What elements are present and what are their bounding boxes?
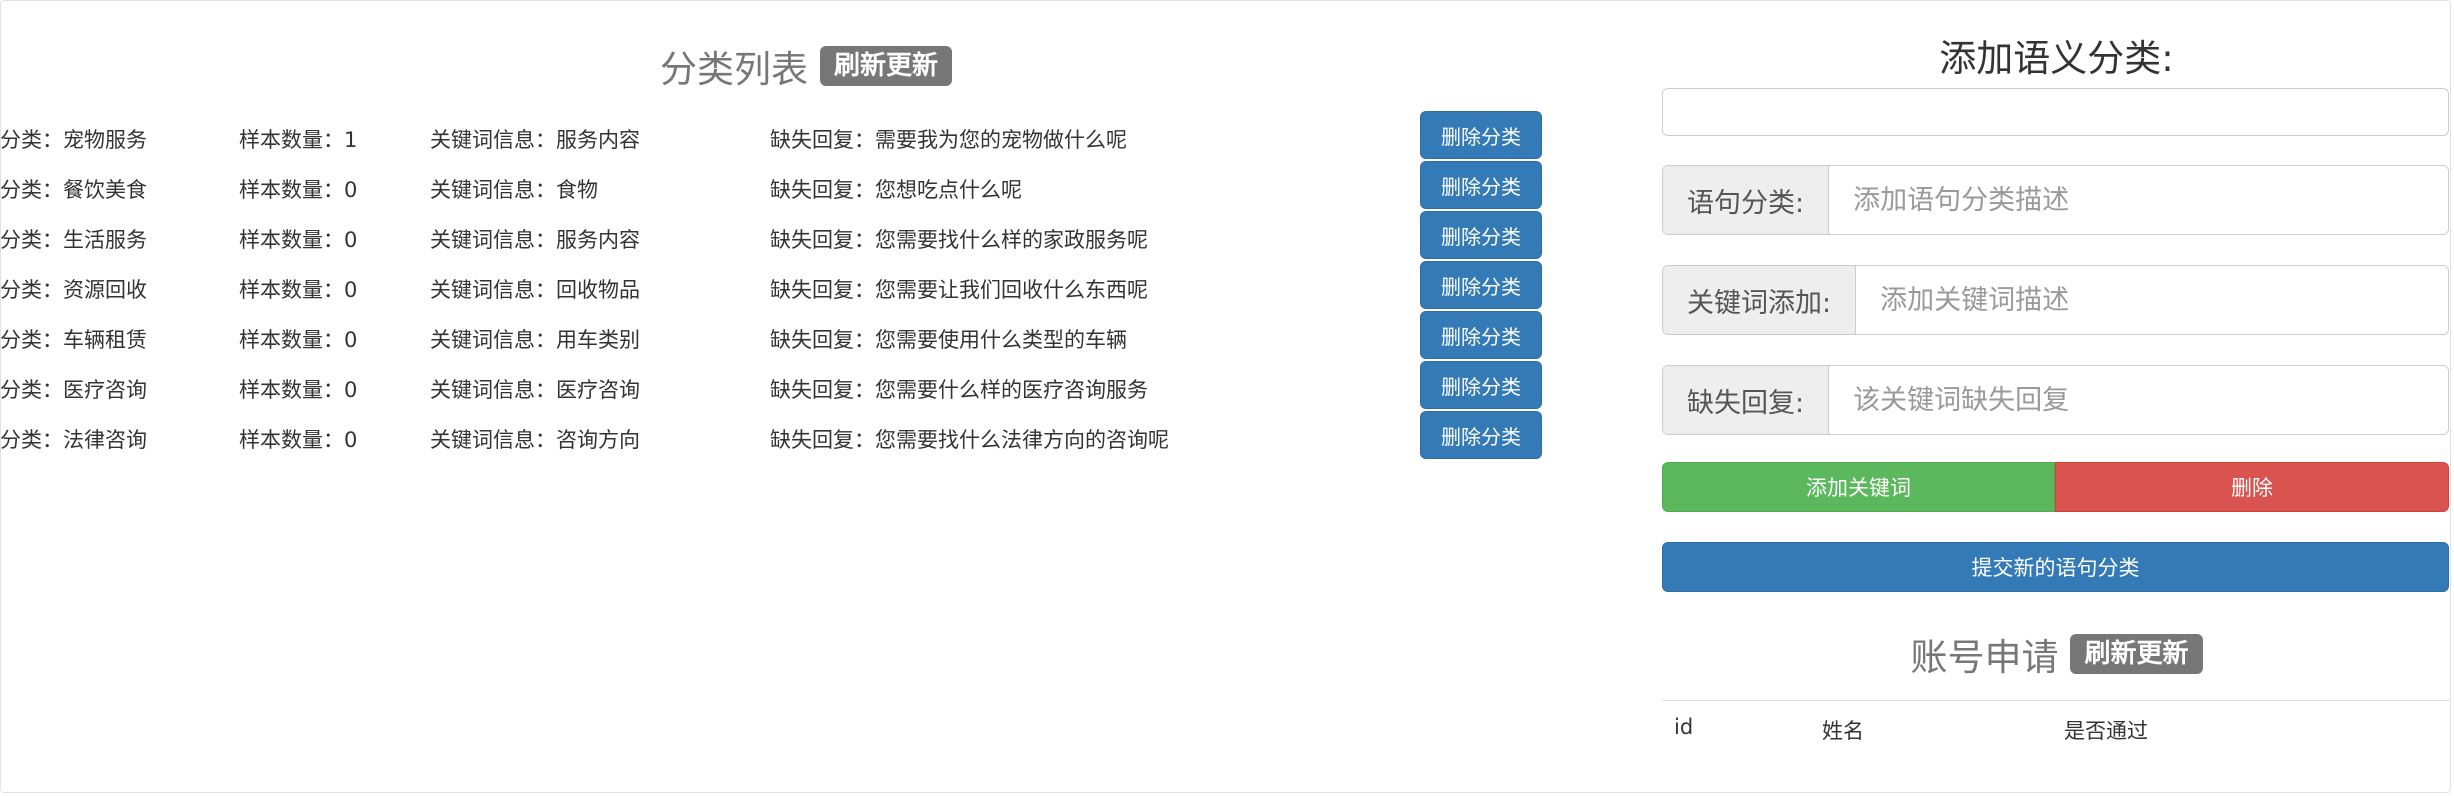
delete-category-button[interactable]: 删除分类 — [1420, 411, 1542, 459]
keyword-info: 关键词信息：用车类别 — [430, 328, 640, 352]
sample-count: 样本数量：1 — [239, 128, 358, 152]
account-title: 账号申请 — [1910, 636, 2059, 679]
column-header-approved: 是否通过 — [2064, 719, 2148, 743]
sample-count: 样本数量：0 — [239, 228, 358, 252]
category-name: 分类：医疗咨询 — [0, 378, 147, 402]
category-list-title: 分类列表 — [660, 48, 808, 91]
account-header: 账号申请 刷新更新 — [1662, 628, 2451, 680]
sentence-label: 语句分类: — [1663, 166, 1830, 234]
category-list-panel: 分类列表 刷新更新 分类：宠物服务 样本数量：1 关键词信息：服务内容 缺失回复：需要… — [0, 0, 1560, 796]
account-refresh-button[interactable]: 刷新更新 — [2070, 634, 2203, 674]
missing-reply: 缺失回复：您想吃点什么呢 — [770, 178, 1022, 202]
sample-count: 样本数量：0 — [239, 328, 358, 352]
keyword-info: 关键词信息：回收物品 — [430, 278, 640, 302]
column-header-id: id — [1674, 715, 1694, 739]
keyword-info: 关键词信息：医疗咨询 — [430, 378, 640, 402]
category-refresh-button[interactable]: 刷新更新 — [820, 46, 953, 86]
sentence-input[interactable] — [1829, 166, 2448, 234]
category-name: 分类：生活服务 — [0, 228, 147, 252]
keyword-info: 关键词信息：服务内容 — [430, 228, 640, 252]
delete-keyword-button[interactable]: 删除 — [2055, 462, 2449, 512]
category-name: 分类：法律咨询 — [0, 428, 147, 452]
category-row: 分类：餐饮美食 样本数量：0 关键词信息：食物 缺失回复：您想吃点什么呢 删除分类 — [0, 160, 1560, 210]
sample-count: 样本数量：0 — [239, 178, 358, 202]
keyword-input[interactable] — [1856, 266, 2448, 334]
category-row: 分类：车辆租赁 样本数量：0 关键词信息：用车类别 缺失回复：您需要使用什么类型的车辆… — [0, 310, 1560, 360]
category-name: 分类：餐饮美食 — [0, 178, 147, 202]
category-row: 分类：资源回收 样本数量：0 关键词信息：回收物品 缺失回复：您需要让我们回收什么东西… — [0, 260, 1560, 310]
category-name: 分类：资源回收 — [0, 278, 147, 302]
missing-reply: 缺失回复：您需要使用什么类型的车辆 — [770, 328, 1127, 352]
missing-reply: 缺失回复：您需要什么样的医疗咨询服务 — [770, 378, 1148, 402]
add-keyword-button[interactable]: 添加关键词 — [1662, 462, 2055, 512]
category-row: 分类：生活服务 样本数量：0 关键词信息：服务内容 缺失回复：您需要找什么样的家政服务… — [0, 210, 1560, 260]
missing-label: 缺失回复: — [1663, 366, 1830, 434]
keyword-info: 关键词信息：食物 — [430, 178, 598, 202]
delete-category-button[interactable]: 删除分类 — [1420, 261, 1542, 309]
blank-input-field[interactable] — [1662, 88, 2449, 136]
delete-category-button[interactable]: 删除分类 — [1420, 111, 1542, 159]
delete-category-button[interactable]: 删除分类 — [1420, 311, 1542, 359]
keyword-input-group: 关键词添加: — [1662, 265, 2449, 335]
account-table-header: id 姓名 是否通过 — [1662, 700, 2449, 757]
delete-category-button[interactable]: 删除分类 — [1420, 161, 1542, 209]
keyword-info: 关键词信息：咨询方向 — [430, 428, 640, 452]
sentence-input-group: 语句分类: — [1662, 165, 2449, 235]
sample-count: 样本数量：0 — [239, 278, 358, 302]
delete-category-button[interactable]: 删除分类 — [1420, 211, 1542, 259]
category-name: 分类：宠物服务 — [0, 128, 147, 152]
column-header-name: 姓名 — [1822, 719, 1864, 743]
category-rows: 分类：宠物服务 样本数量：1 关键词信息：服务内容 缺失回复：需要我为您的宠物做什么呢… — [0, 110, 1560, 460]
category-row: 分类：宠物服务 样本数量：1 关键词信息：服务内容 缺失回复：需要我为您的宠物做什么呢… — [0, 110, 1560, 160]
category-list-header: 分类列表 刷新更新 — [660, 40, 953, 92]
add-category-title: 添加语义分类: — [1939, 37, 2174, 80]
category-name: 分类：车辆租赁 — [0, 328, 147, 352]
category-row: 分类：医疗咨询 样本数量：0 关键词信息：医疗咨询 缺失回复：您需要什么样的医疗咨询服… — [0, 360, 1560, 410]
add-category-panel: 添加语义分类: 语句分类: 关键词添加: 缺失回复: 添加关键词 删除 提交新的… — [1662, 0, 2451, 796]
missing-reply: 缺失回复：您需要找什么样的家政服务呢 — [770, 228, 1148, 252]
missing-reply: 缺失回复：您需要找什么法律方向的咨询呢 — [770, 428, 1169, 452]
submit-category-button[interactable]: 提交新的语句分类 — [1662, 542, 2449, 592]
missing-input-group: 缺失回复: — [1662, 365, 2449, 435]
missing-reply: 缺失回复：需要我为您的宠物做什么呢 — [770, 128, 1127, 152]
category-row: 分类：法律咨询 样本数量：0 关键词信息：咨询方向 缺失回复：您需要找什么法律方向的咨… — [0, 410, 1560, 460]
missing-reply: 缺失回复：您需要让我们回收什么东西呢 — [770, 278, 1148, 302]
keyword-button-group: 添加关键词 删除 — [1662, 462, 2449, 512]
keyword-info: 关键词信息：服务内容 — [430, 128, 640, 152]
delete-category-button[interactable]: 删除分类 — [1420, 361, 1542, 409]
missing-input[interactable] — [1829, 366, 2448, 434]
keyword-label: 关键词添加: — [1663, 266, 1857, 334]
sample-count: 样本数量：0 — [239, 378, 358, 402]
sample-count: 样本数量：0 — [239, 428, 358, 452]
